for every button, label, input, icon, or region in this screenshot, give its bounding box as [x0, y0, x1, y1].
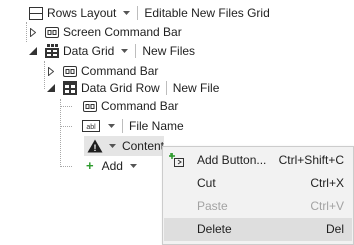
tree-node-detail: Editable New Files Grid — [144, 6, 270, 20]
tree-node-label: Data Grid Row — [81, 81, 160, 95]
menu-item-paste[interactable]: Paste Ctrl+V — [164, 195, 352, 218]
tree-node-label: Data Grid — [63, 44, 115, 58]
tree-node-label: Screen Command Bar — [63, 25, 182, 39]
rows-layout-icon — [28, 5, 44, 21]
tree-guide-line — [44, 61, 45, 89]
chevron-down-icon[interactable] — [118, 45, 130, 57]
menu-item-shortcut: Ctrl+Shift+C — [278, 153, 344, 167]
tree-node-label: Rows Layout — [47, 6, 117, 20]
menu-item-shortcut: Del — [325, 222, 344, 236]
command-bar-icon — [82, 98, 98, 114]
chevron-right-icon[interactable] — [28, 27, 38, 37]
menu-item-delete[interactable]: Delete Del — [164, 218, 352, 241]
tree-node-screen-command-bar[interactable]: Screen Command Bar — [28, 22, 182, 42]
command-bar-icon — [44, 24, 60, 40]
tree-node-label: Content — [121, 139, 164, 153]
designer-tree-panel: Rows Layout Editable New Files Grid Scre… — [0, 0, 354, 245]
warning-icon-text: ! — [94, 143, 97, 153]
menu-item-label: Cut — [197, 176, 216, 190]
add-control-button[interactable]: + Add — [86, 156, 145, 176]
chevron-down-icon[interactable] — [105, 120, 117, 132]
add-button-icon — [169, 153, 185, 169]
command-bar-icon — [62, 63, 78, 79]
chevron-down-icon[interactable] — [128, 160, 140, 172]
tree-node-detail: New File — [172, 81, 220, 95]
tree-node-rows-layout[interactable]: Rows Layout Editable New Files Grid — [28, 3, 270, 23]
tree-node-content[interactable]: ! Content — [84, 136, 164, 156]
tree-node-data-grid[interactable]: Data Grid New Files — [28, 41, 195, 61]
textbox-icon-text: abl — [86, 124, 96, 131]
tree-node-data-grid-row[interactable]: Data Grid Row New File — [46, 78, 219, 98]
menu-item-shortcut: Ctrl+X — [310, 176, 344, 190]
tree-guide-line — [60, 106, 72, 107]
tree-node-file-name[interactable]: abl File Name — [82, 116, 184, 136]
data-grid-row-icon — [62, 80, 78, 96]
menu-item-add-button[interactable]: Add Button... Ctrl+Shift+C — [164, 149, 352, 172]
chevron-down-expanded-icon[interactable] — [28, 46, 38, 56]
divider — [122, 119, 123, 133]
tree-node-label: Command Bar — [101, 99, 179, 113]
tree-node-label: File Name — [129, 119, 184, 133]
menu-item-label: Paste — [197, 199, 228, 213]
menu-item-shortcut: Ctrl+V — [310, 199, 344, 213]
context-menu: Add Button... Ctrl+Shift+C Cut Ctrl+X Pa… — [162, 146, 354, 245]
chevron-down-icon[interactable] — [108, 140, 117, 152]
warning-icon: ! — [87, 138, 103, 154]
divider — [137, 6, 139, 20]
tree-guide-line — [60, 99, 61, 167]
add-label: Add — [101, 159, 123, 173]
chevron-down-expanded-icon[interactable] — [46, 83, 56, 93]
menu-item-label: Delete — [197, 222, 232, 236]
data-grid-icon — [44, 43, 60, 59]
menu-item-label: Add Button... — [197, 153, 267, 167]
divider — [135, 44, 137, 58]
chevron-right-icon[interactable] — [46, 66, 56, 76]
tree-node-detail: New Files — [142, 44, 196, 58]
menu-item-cut[interactable]: Cut Ctrl+X — [164, 172, 352, 195]
textbox-icon: abl — [82, 118, 100, 134]
tree-guide-line — [60, 166, 72, 167]
divider — [165, 81, 167, 95]
plus-icon: + — [86, 158, 94, 173]
tree-guide-line — [26, 22, 27, 42]
chevron-down-icon[interactable] — [120, 7, 132, 19]
tree-guide-line — [60, 126, 72, 127]
tree-node-row-command-bar[interactable]: Command Bar — [82, 96, 178, 116]
